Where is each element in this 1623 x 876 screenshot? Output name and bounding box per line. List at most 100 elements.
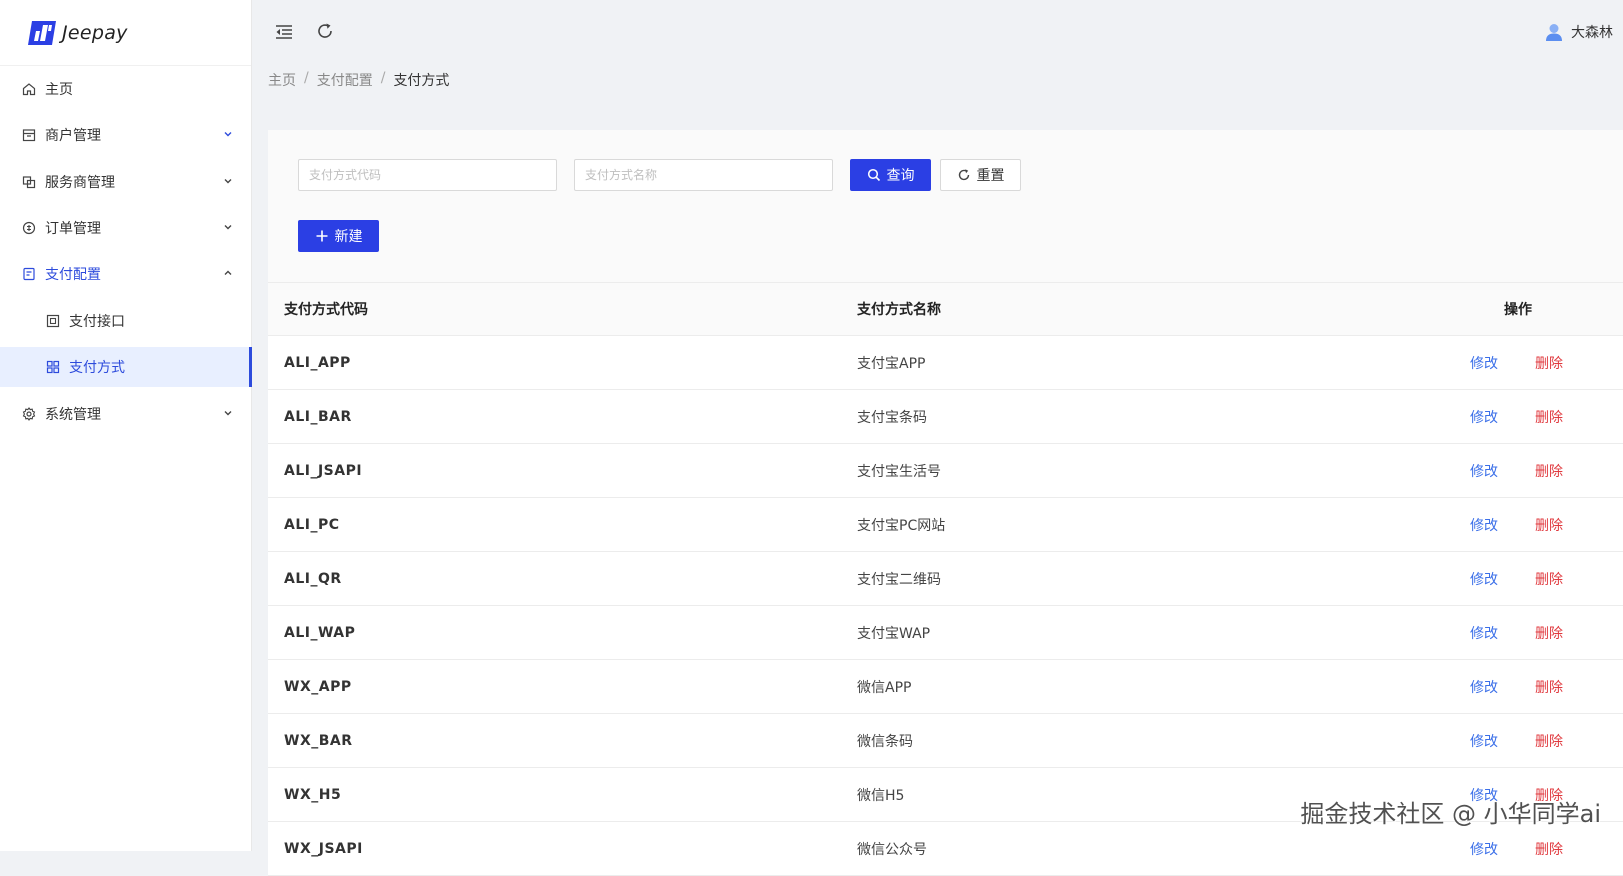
username: 大森林	[1571, 25, 1613, 41]
sidebar-item-label: 支付接口	[69, 314, 125, 330]
delete-link[interactable]: 删除	[1535, 660, 1563, 713]
sidebar: Jeepay 主页 商户管理 服务商管理 订单管理 支付配置 支付接口 支付方式…	[0, 0, 252, 851]
payment-config-icon	[22, 267, 36, 281]
table-row: WX_BAR 微信条码 修改 删除	[268, 714, 1623, 768]
column-header-code: 支付方式代码	[284, 302, 368, 318]
order-icon	[22, 221, 36, 235]
chevron-down-icon	[222, 407, 234, 419]
payment-methods-table: 支付方式代码 支付方式名称 操作 ALI_APP 支付宝APP 修改 删除 AL…	[268, 282, 1623, 876]
sidebar-item-payment-config[interactable]: 支付配置	[0, 254, 252, 294]
cell-code: ALI_WAP	[284, 624, 356, 641]
header: 大森林	[252, 0, 1623, 62]
table-row: WX_JSAPI 微信公众号 修改 删除	[268, 822, 1623, 876]
table-row: ALI_BAR 支付宝条码 修改 删除	[268, 390, 1623, 444]
shop-icon	[22, 128, 36, 142]
menu-fold-icon[interactable]	[273, 21, 295, 43]
sidebar-item-label: 系统管理	[45, 407, 101, 423]
interface-icon	[46, 314, 60, 328]
table-header: 支付方式代码 支付方式名称 操作	[268, 282, 1623, 336]
table-row: ALI_JSAPI 支付宝生活号 修改 删除	[268, 444, 1623, 498]
breadcrumb-separator: /	[380, 70, 386, 86]
sidebar-item-label: 支付方式	[69, 360, 125, 376]
breadcrumb: 主页 / 支付配置 / 支付方式	[268, 70, 449, 90]
edit-link[interactable]: 修改	[1470, 336, 1498, 389]
breadcrumb-item-home[interactable]: 主页	[268, 70, 296, 90]
delete-link[interactable]: 删除	[1535, 390, 1563, 443]
sidebar-item-label: 订单管理	[45, 221, 101, 237]
breadcrumb-item-current: 支付方式	[393, 73, 450, 89]
cell-code: ALI_BAR	[284, 408, 352, 425]
reset-button-label: 重置	[976, 168, 1005, 184]
home-icon	[22, 82, 36, 96]
cell-code: WX_JSAPI	[284, 840, 363, 857]
edit-link[interactable]: 修改	[1470, 660, 1498, 713]
edit-link[interactable]: 修改	[1470, 606, 1498, 659]
edit-link[interactable]: 修改	[1470, 822, 1498, 875]
sidebar-item-system[interactable]: 系统管理	[0, 394, 252, 434]
edit-link[interactable]: 修改	[1470, 390, 1498, 443]
cell-name: 微信条码	[857, 733, 913, 750]
cell-code: ALI_PC	[284, 516, 340, 533]
user-menu[interactable]: 大森林	[1543, 21, 1613, 43]
jeepay-logo-icon	[26, 19, 58, 47]
delete-link[interactable]: 删除	[1535, 822, 1563, 875]
cell-name: 微信APP	[857, 679, 912, 696]
cell-name: 支付宝二维码	[857, 571, 941, 588]
chevron-down-icon	[222, 128, 234, 140]
code-search-input[interactable]	[298, 159, 557, 191]
cell-code: WX_H5	[284, 786, 342, 803]
table-row: WX_APP 微信APP 修改 删除	[268, 660, 1623, 714]
table-row: ALI_QR 支付宝二维码 修改 删除	[268, 552, 1623, 606]
reset-button[interactable]: 重置	[940, 159, 1021, 191]
column-header-name: 支付方式名称	[857, 302, 941, 318]
name-search-input[interactable]	[574, 159, 833, 191]
logo[interactable]: Jeepay	[0, 0, 251, 66]
new-button-label: 新建	[334, 229, 363, 245]
delete-link[interactable]: 删除	[1535, 606, 1563, 659]
delete-link[interactable]: 删除	[1535, 552, 1563, 605]
breadcrumb-item-payment-config[interactable]: 支付配置	[317, 70, 373, 90]
main-card: 查询 重置 新建 支付方式代码 支付方式名称 操作 ALI_APP 支付宝APP…	[268, 130, 1623, 876]
edit-link[interactable]: 修改	[1470, 444, 1498, 497]
new-button[interactable]: 新建	[298, 220, 379, 252]
logo-text: Jeepay	[62, 21, 128, 44]
sidebar-item-payment-method[interactable]: 支付方式	[0, 347, 252, 387]
chevron-up-icon	[222, 267, 234, 279]
plus-icon	[315, 229, 335, 243]
query-button-label: 查询	[886, 168, 915, 184]
delete-link[interactable]: 删除	[1535, 714, 1563, 767]
sidebar-item-orders[interactable]: 订单管理	[0, 208, 252, 248]
delete-link[interactable]: 删除	[1535, 444, 1563, 497]
search-icon	[867, 168, 887, 182]
table-row: ALI_PC 支付宝PC网站 修改 删除	[268, 498, 1623, 552]
cell-code: ALI_JSAPI	[284, 462, 363, 479]
refresh-icon[interactable]	[314, 20, 336, 42]
breadcrumb-separator: /	[304, 70, 309, 86]
reload-icon	[957, 168, 977, 182]
delete-link[interactable]: 删除	[1535, 498, 1563, 551]
cell-name: 支付宝PC网站	[857, 517, 946, 534]
cell-code: ALI_APP	[284, 354, 351, 371]
table-row: ALI_APP 支付宝APP 修改 删除	[268, 336, 1623, 390]
delete-link[interactable]: 删除	[1535, 336, 1563, 389]
sidebar-item-payment-interface[interactable]: 支付接口	[0, 301, 252, 341]
cell-code: ALI_QR	[284, 570, 342, 587]
sidebar-item-partner[interactable]: 服务商管理	[0, 162, 252, 202]
partner-icon	[22, 175, 36, 189]
edit-link[interactable]: 修改	[1470, 552, 1498, 605]
cell-name: 支付宝WAP	[857, 625, 931, 642]
edit-link[interactable]: 修改	[1470, 714, 1498, 767]
cell-name: 支付宝条码	[857, 409, 927, 426]
grid-icon	[46, 360, 60, 374]
table-row: ALI_WAP 支付宝WAP 修改 删除	[268, 606, 1623, 660]
sidebar-item-label: 支付配置	[45, 267, 101, 283]
cell-name: 微信公众号	[857, 841, 927, 858]
edit-link[interactable]: 修改	[1470, 498, 1498, 551]
sidebar-item-merchant[interactable]: 商户管理	[0, 115, 252, 155]
chevron-down-icon	[222, 221, 234, 233]
sidebar-item-label: 服务商管理	[45, 175, 115, 191]
avatar	[1543, 21, 1565, 43]
cell-name: 支付宝APP	[857, 355, 926, 372]
sidebar-item-home[interactable]: 主页	[0, 69, 252, 109]
query-button[interactable]: 查询	[850, 159, 931, 191]
